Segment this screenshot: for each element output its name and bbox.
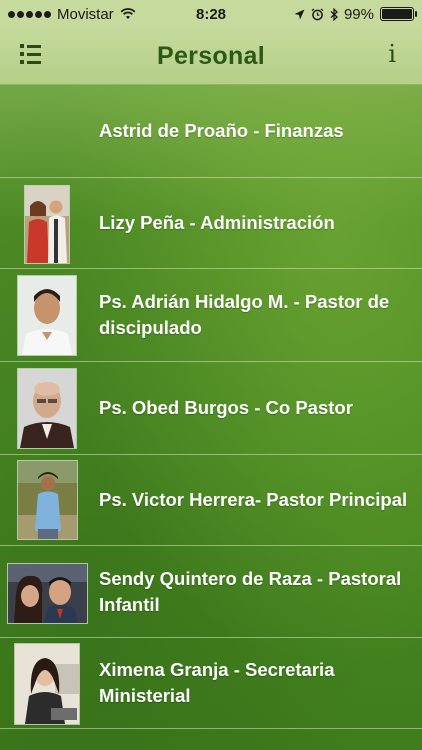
list-item[interactable]: Ximena Granja - Secretaria Ministerial [0,638,422,729]
list-item[interactable]: Ps. Obed Burgos - Co Pastor [0,362,422,455]
info-button[interactable]: i [388,40,396,68]
list-item[interactable]: Ps. Victor Herrera- Pastor Principal [0,455,422,546]
battery-percent: 99% [343,5,374,23]
signal-icon [8,10,51,18]
list-item-label: Ps. Obed Burgos - Co Pastor [99,397,353,418]
list-item[interactable]: Lizy Peña - Administración [0,178,422,269]
battery-level [382,9,412,19]
location-arrow-icon [294,9,305,19]
status-bar: Movistar 8:28 99% [0,0,422,28]
bluetooth-icon [330,7,338,21]
person-photo [24,185,70,264]
personnel-list: Astrid de Proaño - Finanzas Lizy Peña - … [0,85,422,729]
status-left: Movistar [8,6,136,23]
list-item-label: Ps. Victor Herrera- Pastor Principal [99,489,408,510]
person-photo [17,275,77,356]
person-photo [17,368,77,449]
list-item[interactable]: Astrid de Proaño - Finanzas [0,85,422,178]
nav-bar: Personal i [0,28,422,85]
list-item-label: Ps. Adrián Hidalgo M. - Pastor de discip… [99,291,390,338]
list-item-label: Sendy Quintero de Raza - Pastoral Infant… [99,567,402,615]
list-item-label: Lizy Peña - Administración [99,212,335,233]
person-photo [7,563,88,624]
alarm-icon [311,7,324,20]
page-title: Personal [156,41,265,70]
list-item-label: Astrid de Proaño - Finanzas [99,120,344,141]
wifi-icon [120,8,136,19]
person-photo [17,460,78,540]
list-item[interactable]: Ps. Adrián Hidalgo M. - Pastor de discip… [0,269,422,362]
status-right: 99% [294,5,417,23]
carrier-name: Movistar [57,5,114,23]
person-photo [14,643,80,725]
menu-icon[interactable] [20,44,42,64]
list-item[interactable]: Sendy Quintero de Raza - Pastoral Infant… [0,546,422,638]
battery-icon [380,7,417,21]
list-item-label: Ximena Granja - Secretaria Ministerial [99,659,335,706]
